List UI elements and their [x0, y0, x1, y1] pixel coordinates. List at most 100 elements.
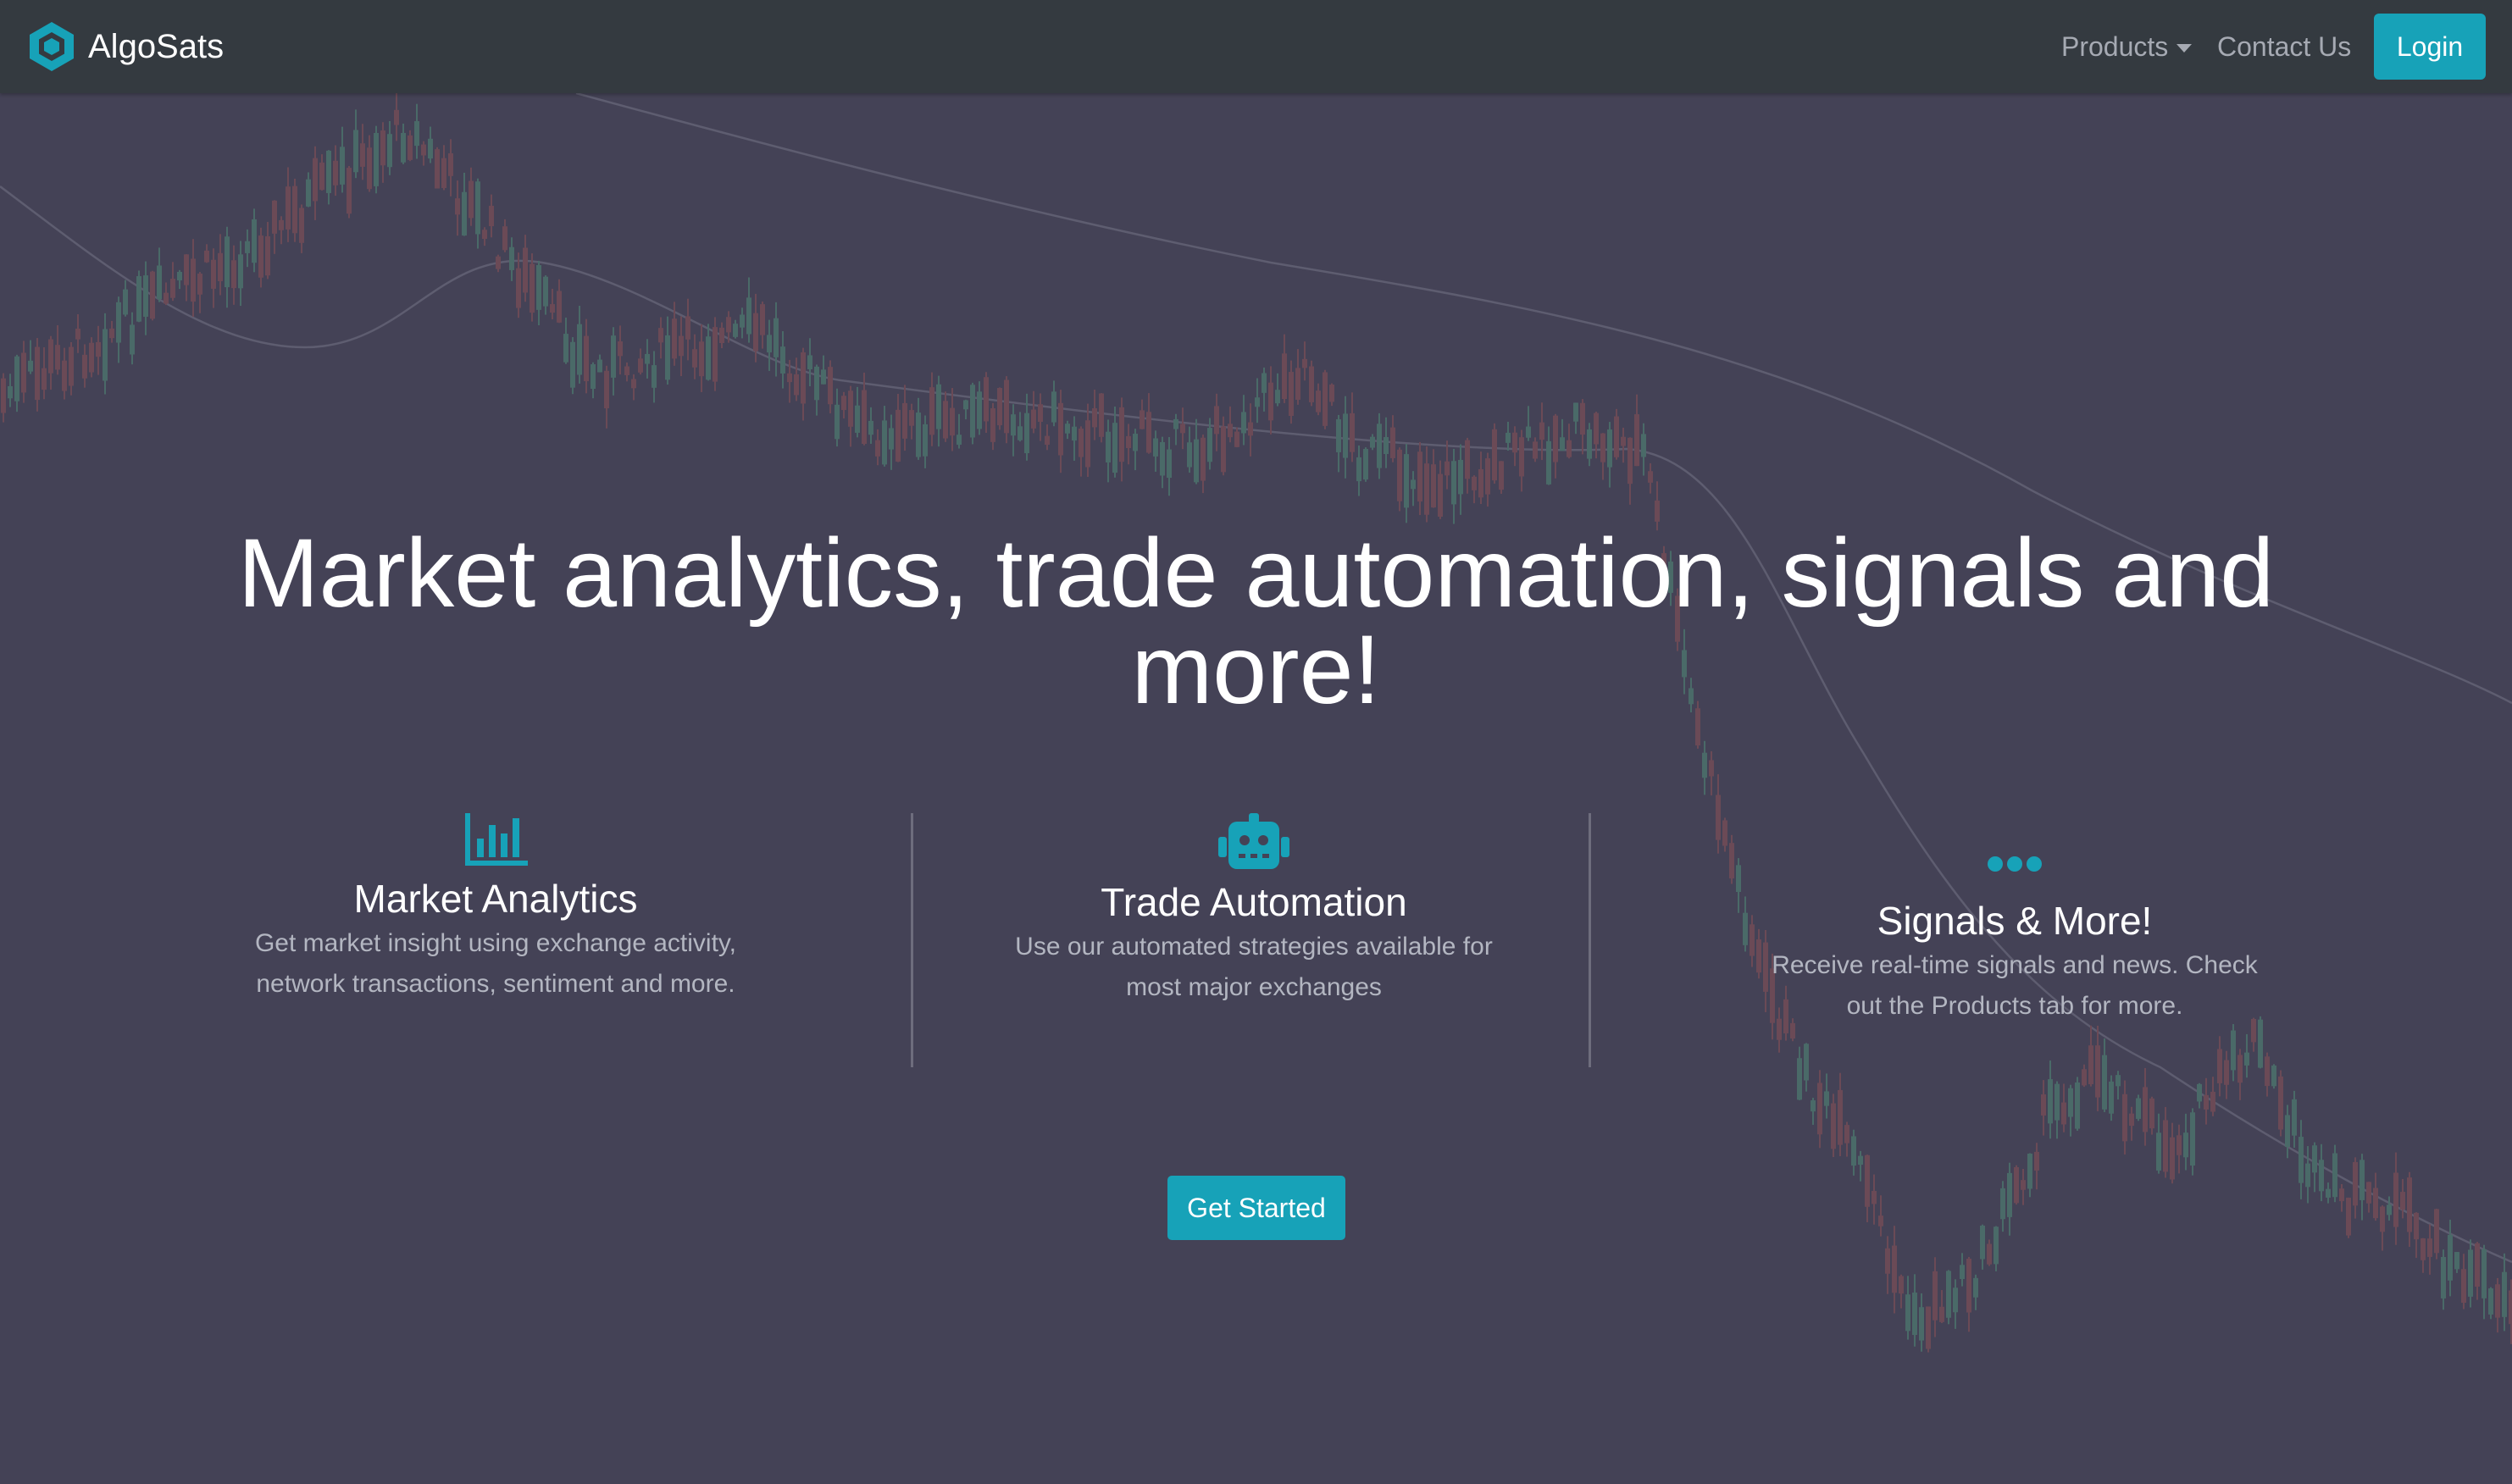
candle-body — [1858, 1155, 1863, 1166]
candle-body — [191, 258, 196, 302]
candle-body — [1112, 423, 1117, 473]
candle-body — [1445, 461, 1450, 476]
candle-body — [1384, 437, 1389, 454]
candle-body — [1478, 468, 1483, 498]
candle-body — [1072, 426, 1077, 441]
candle-body — [2088, 1045, 2093, 1085]
products-dropdown[interactable]: Products — [2061, 25, 2193, 68]
candle-body — [1363, 448, 1368, 480]
candle-body — [1607, 429, 1612, 468]
candle-body — [2360, 1160, 2365, 1200]
candle-body — [2210, 1091, 2215, 1112]
candle-body — [1079, 428, 1084, 457]
candle-body — [2366, 1182, 2371, 1204]
brand-link[interactable]: AlgoSats — [25, 20, 224, 73]
candle-body — [1336, 418, 1341, 452]
candle-body — [2149, 1098, 2154, 1129]
candle-body — [780, 346, 785, 374]
candle-body — [1146, 412, 1151, 453]
candle-body — [760, 304, 765, 335]
products-label: Products — [2061, 30, 2169, 62]
candle-body — [1587, 429, 1592, 459]
candle-body — [1085, 420, 1090, 468]
candle-body — [801, 352, 806, 404]
candle-body — [1024, 413, 1029, 454]
candle-body — [1167, 449, 1172, 479]
candle-body — [699, 341, 704, 377]
candle-body — [1390, 427, 1395, 458]
candle-body — [1573, 402, 1578, 422]
candle-body — [713, 327, 718, 382]
candle-body — [238, 254, 243, 289]
candle-body — [1065, 424, 1070, 434]
candle-body — [408, 135, 413, 160]
candle-body — [1350, 413, 1355, 452]
ellipsis-icon — [1988, 856, 2042, 872]
candle-body — [1933, 1271, 1938, 1321]
candle-body — [1248, 422, 1253, 436]
candle-body — [2000, 1188, 2005, 1220]
candle-body — [28, 360, 33, 372]
candle-body — [1831, 1103, 1836, 1149]
candle-body — [2027, 1153, 2032, 1189]
candle-body — [2339, 1188, 2344, 1202]
candle-body — [902, 402, 907, 439]
candle-body — [482, 230, 487, 240]
candle-body — [2468, 1249, 2473, 1297]
candle-body — [2326, 1188, 2331, 1198]
candle-body — [292, 186, 297, 234]
candle-body — [2427, 1238, 2432, 1257]
candle-body — [787, 373, 792, 383]
candle-body — [218, 252, 223, 281]
candle-body — [367, 147, 372, 190]
candle-body — [638, 358, 643, 373]
candle-body — [211, 259, 216, 289]
candle-body — [347, 168, 352, 214]
candle-body — [1485, 458, 1490, 495]
candle-body — [421, 144, 426, 156]
candle-body — [394, 109, 399, 125]
candle-body — [2407, 1177, 2412, 1232]
candle-body — [225, 236, 230, 288]
candle-body — [1580, 402, 1585, 435]
candle-body — [2061, 1102, 2066, 1125]
candle-body — [2393, 1172, 2398, 1227]
candle-body — [753, 313, 758, 352]
candle-body — [2495, 1284, 2500, 1318]
candle-body — [1343, 413, 1348, 458]
candle-body — [2312, 1145, 2317, 1173]
candle-body — [923, 424, 928, 457]
candle-body — [672, 318, 677, 359]
candle-body — [299, 208, 304, 243]
candle-body — [1289, 372, 1294, 417]
candle-body — [584, 335, 589, 382]
candle-body — [977, 391, 982, 429]
candle-body — [719, 327, 724, 344]
candle-body — [116, 302, 121, 343]
candle-body — [855, 405, 860, 433]
candle-body — [1851, 1136, 1856, 1166]
contact-us-link[interactable]: Contact Us — [2217, 25, 2351, 68]
brand-name: AlgoSats — [88, 27, 225, 65]
candle-body — [1506, 432, 1511, 443]
candle-body — [685, 316, 690, 340]
login-button[interactable]: Login — [2374, 14, 2486, 80]
get-started-button[interactable]: Get Started — [1167, 1176, 1345, 1240]
candle-body — [2238, 1055, 2243, 1083]
candle-body — [1804, 1044, 1809, 1081]
candle-body — [387, 134, 392, 168]
candle-body — [1099, 393, 1104, 437]
candle-body — [611, 335, 616, 378]
candle-body — [1309, 366, 1314, 402]
candle-body — [2034, 1151, 2039, 1171]
candle-body — [2136, 1098, 2141, 1119]
candle-body — [1207, 428, 1212, 462]
candle-body — [204, 250, 209, 263]
feature-divider — [1589, 813, 1591, 1067]
candle-body — [997, 388, 1002, 426]
feature-signals: Signals & More! Receive real-time signal… — [1761, 856, 2269, 1027]
candle-body — [1173, 418, 1178, 429]
candle-body — [1865, 1155, 1870, 1207]
candle-body — [502, 226, 507, 251]
candle-body — [936, 384, 941, 429]
